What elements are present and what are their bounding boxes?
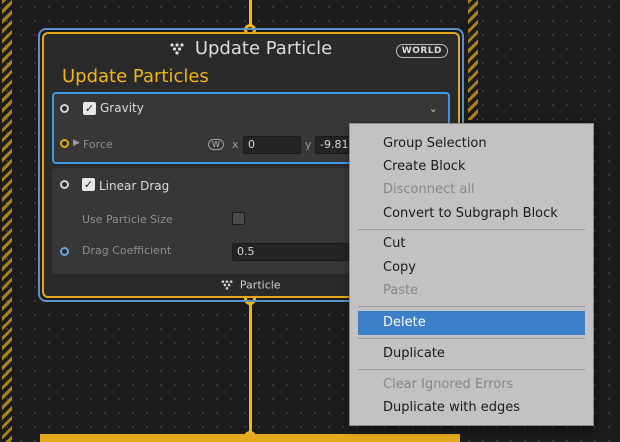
y-axis-label: y — [305, 138, 312, 151]
particle-icon — [170, 42, 184, 55]
menu-item-duplicate-with-edges[interactable]: Duplicate with edges — [358, 397, 585, 419]
context-footer-label: Particle — [239, 278, 281, 292]
flow-connection-bottom — [249, 296, 252, 436]
context-hatch-bottom — [40, 434, 460, 442]
use-particle-size-label: Use Particle Size — [82, 213, 173, 226]
drag-coefficient-port[interactable] — [60, 247, 69, 256]
menu-item-disconnect-all: Disconnect all — [383, 182, 475, 197]
context-subtitle[interactable]: Update Particles — [62, 66, 209, 87]
force-port[interactable] — [60, 139, 69, 148]
menu-item-create-block[interactable]: Create Block — [358, 156, 585, 178]
space-badge[interactable]: WORLD — [395, 44, 448, 58]
menu-item-group-selection[interactable]: Group Selection — [358, 133, 585, 155]
chevron-down-icon[interactable]: ⌄ — [429, 102, 438, 115]
x-axis-label: x — [232, 138, 239, 151]
gravity-enable-checkbox[interactable]: ✓ — [83, 102, 96, 115]
context-header[interactable]: Update Particle WORLD — [44, 38, 458, 64]
force-x-field[interactable]: 0 — [243, 136, 301, 154]
menu-item-cut[interactable]: Cut — [358, 233, 585, 255]
particle-icon — [221, 280, 233, 290]
gravity-block-label: Gravity — [100, 101, 144, 115]
context-hatch-left — [2, 0, 12, 442]
menu-separator — [358, 229, 585, 230]
drag-coefficient-field[interactable]: 0.5 — [232, 243, 352, 261]
menu-separator — [358, 338, 585, 339]
space-toggle-badge[interactable]: W — [208, 139, 224, 150]
linear-drag-block-label: Linear Drag — [99, 179, 170, 193]
force-label: Force — [83, 138, 113, 151]
expand-arrow-icon[interactable]: ▶ — [73, 138, 80, 148]
drag-coefficient-label: Drag Coefficient — [82, 244, 172, 257]
activation-port[interactable] — [60, 104, 69, 113]
use-particle-size-toggle[interactable] — [232, 212, 245, 225]
menu-item-convert-to-subgraph-block[interactable]: Convert to Subgraph Block — [358, 203, 585, 225]
menu-item-copy[interactable]: Copy — [358, 257, 585, 279]
menu-separator — [358, 369, 585, 370]
linear-drag-enable-checkbox[interactable]: ✓ — [82, 178, 95, 191]
activation-port[interactable] — [60, 180, 69, 189]
menu-item-clear-ignored-errors: Clear Ignored Errors — [383, 377, 514, 392]
menu-separator — [358, 306, 585, 307]
menu-item-delete[interactable]: Delete — [358, 311, 585, 335]
menu-item-duplicate[interactable]: Duplicate — [358, 343, 585, 365]
context-hatch-right — [468, 0, 478, 120]
context-menu[interactable]: Group Selection Create Block Disconnect … — [349, 123, 594, 426]
context-title: Update Particle — [194, 38, 333, 59]
gravity-block-header[interactable]: ✓ Gravity ⌄ — [54, 94, 448, 124]
menu-item-paste: Paste — [383, 283, 419, 298]
